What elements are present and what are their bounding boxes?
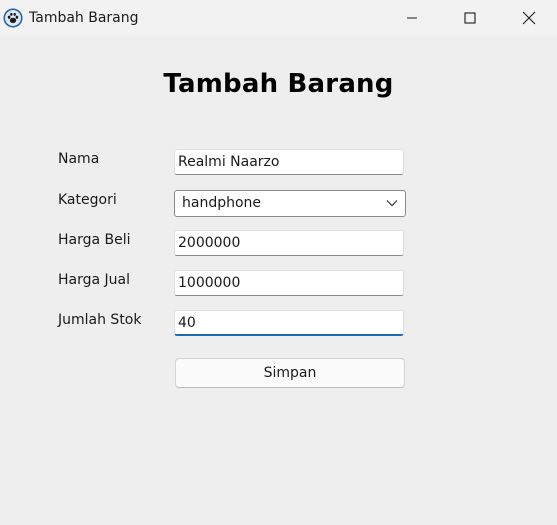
page-title: Tambah Barang bbox=[163, 69, 394, 99]
paw-icon bbox=[3, 8, 23, 28]
nama-input[interactable] bbox=[174, 149, 404, 175]
minimize-button[interactable] bbox=[389, 0, 435, 36]
close-button[interactable] bbox=[506, 0, 552, 36]
harga-beli-label: Harga Beli bbox=[58, 232, 131, 248]
kategori-selected-value: handphone bbox=[182, 195, 262, 211]
window-title: Tambah Barang bbox=[29, 10, 139, 26]
nama-label: Nama bbox=[58, 151, 100, 167]
harga-jual-input[interactable] bbox=[174, 270, 404, 296]
close-icon bbox=[522, 11, 536, 25]
title-bar[interactable]: Tambah Barang bbox=[0, 0, 557, 36]
kategori-dropdown[interactable]: handphone bbox=[174, 190, 406, 217]
minimize-icon bbox=[407, 17, 417, 19]
harga-jual-label: Harga Jual bbox=[58, 272, 131, 288]
kategori-label: Kategori bbox=[58, 192, 117, 208]
jumlah-stok-input[interactable] bbox=[174, 310, 404, 336]
chevron-down-icon bbox=[386, 200, 398, 207]
simpan-button[interactable]: Simpan bbox=[175, 358, 405, 388]
maximize-button[interactable] bbox=[447, 0, 493, 36]
maximize-icon bbox=[464, 12, 476, 24]
jumlah-stok-label: Jumlah Stok bbox=[58, 312, 142, 328]
harga-beli-input[interactable] bbox=[174, 230, 404, 256]
